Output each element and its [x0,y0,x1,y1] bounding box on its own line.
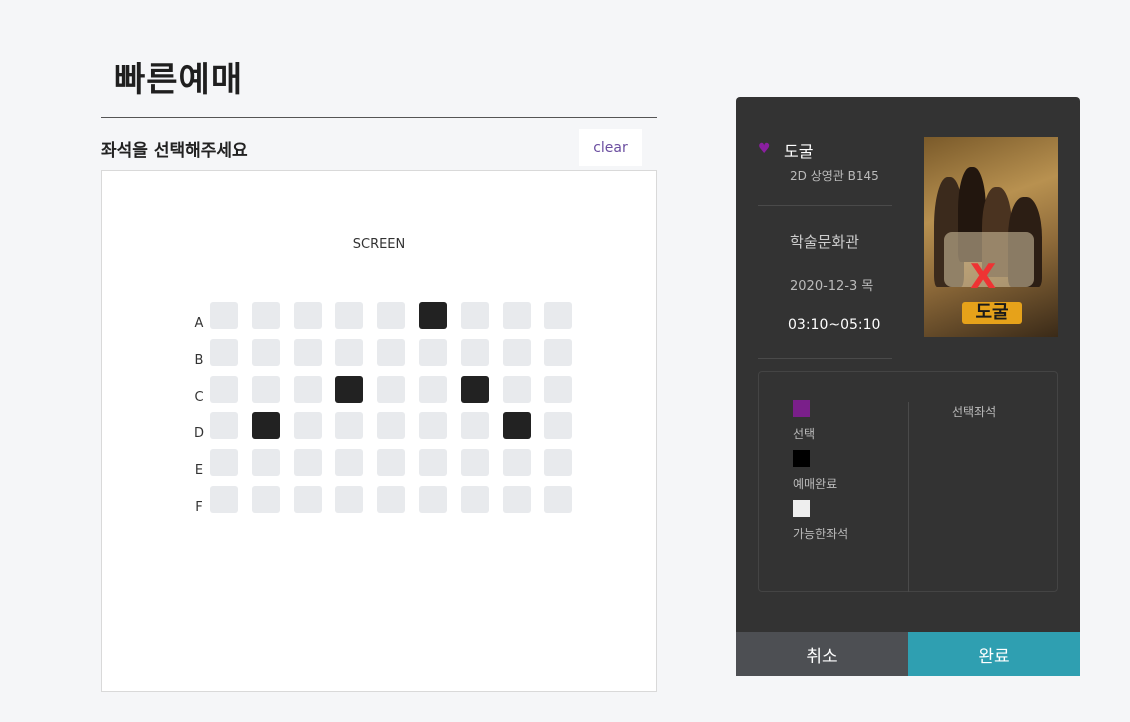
seat-e2[interactable] [251,449,280,477]
seat-d8 [502,412,531,440]
movie-title: 도굴 [784,142,814,161]
row-label-d: D [193,426,204,442]
seat-e6[interactable] [419,449,447,477]
seat-d9[interactable] [544,412,573,440]
seat-c5[interactable] [377,375,406,403]
seat-b7[interactable] [460,338,489,366]
divider [758,358,892,359]
hall-info: 2D 상영관 B145 [790,169,879,183]
seat-f3[interactable] [293,486,322,513]
seat-d2 [251,412,280,440]
seat-f5[interactable] [377,486,406,513]
seat-e3[interactable] [293,449,322,477]
seat-e1[interactable] [210,449,238,477]
legend-swatch-selected [793,400,810,417]
seat-d3[interactable] [293,412,322,440]
booking-summary-panel: ♥ 도굴 2D 상영관 B145 학술문화관 2020-12-3 목 03:10… [736,97,1080,676]
legend-divider [908,402,909,592]
seat-b1[interactable] [210,338,238,366]
seat-d7[interactable] [460,412,489,440]
seat-f9[interactable] [544,486,573,513]
seat-d5[interactable] [377,412,406,440]
confirm-button[interactable]: 완료 [908,632,1080,676]
show-date: 2020-12-3 목 [790,279,874,294]
seat-f2[interactable] [251,486,280,513]
seat-a3[interactable] [293,302,322,329]
seat-b8[interactable] [502,338,531,366]
selected-seats-heading: 선택좌석 [952,405,997,419]
cancel-button[interactable]: 취소 [736,632,908,676]
legend-label-sold: 예매완료 [793,477,838,491]
heart-icon: ♥ [758,141,771,157]
screen-label: SCREEN [352,237,406,252]
seat-c3[interactable] [293,375,322,403]
seat-a7[interactable] [460,302,489,329]
poster-logo: 도굴 [962,302,1022,324]
seat-b5[interactable] [377,338,406,366]
seat-b9[interactable] [544,338,573,366]
seat-c9[interactable] [544,375,573,403]
seat-b4[interactable] [335,338,364,366]
theater-name: 학술문화관 [790,233,860,251]
seat-c4 [335,375,364,403]
seat-a2[interactable] [251,302,280,329]
seat-a8[interactable] [502,302,531,329]
seat-d1[interactable] [210,412,238,440]
seat-map-panel: SCREEN A B C D E F [101,170,657,692]
legend-swatch-available [793,500,810,517]
seat-c8[interactable] [502,375,531,403]
seat-b3[interactable] [293,338,322,366]
clear-button[interactable]: clear [579,129,642,166]
seat-b2[interactable] [251,338,280,366]
seat-a6 [419,302,447,329]
seat-e8[interactable] [502,449,531,477]
seat-f4[interactable] [335,486,364,513]
seat-a4[interactable] [335,302,364,329]
seat-e5[interactable] [377,449,406,477]
title-divider [101,117,657,118]
seat-e7[interactable] [460,449,489,477]
seat-d6[interactable] [419,412,447,440]
seat-f8[interactable] [502,486,531,513]
seat-c2[interactable] [251,375,280,403]
seat-c6[interactable] [419,375,447,403]
legend-label-available: 가능한좌석 [793,527,849,541]
row-label-c: C [194,389,204,405]
divider [758,205,892,206]
legend-swatch-sold [793,450,810,467]
seat-e9[interactable] [544,449,573,477]
row-label-b: B [194,352,204,368]
row-label-f: F [195,500,203,515]
seat-a1[interactable] [210,302,238,329]
seat-e4[interactable] [335,449,364,477]
row-label-a: A [194,316,204,331]
seat-a9[interactable] [544,302,573,329]
poster-x-mark: X [970,257,997,297]
seat-heading: 좌석을 선택해주세요 [101,141,248,161]
seat-d4[interactable] [335,412,364,440]
seat-b6[interactable] [419,338,447,366]
seat-f7[interactable] [460,486,489,513]
seat-f1[interactable] [210,486,238,513]
legend-label-selected: 선택 [793,427,816,441]
seat-f6[interactable] [419,486,447,513]
page-title: 빠른예매 [114,60,244,100]
seat-legend: 선택 예매완료 가능한좌석 선택좌석 [758,371,1058,592]
seat-c7 [460,375,489,403]
movie-poster: X 도굴 [924,137,1058,337]
row-label-e: E [194,463,204,479]
show-time: 03:10~05:10 [788,317,881,333]
seat-a5[interactable] [377,302,406,329]
seat-c1[interactable] [210,375,238,403]
